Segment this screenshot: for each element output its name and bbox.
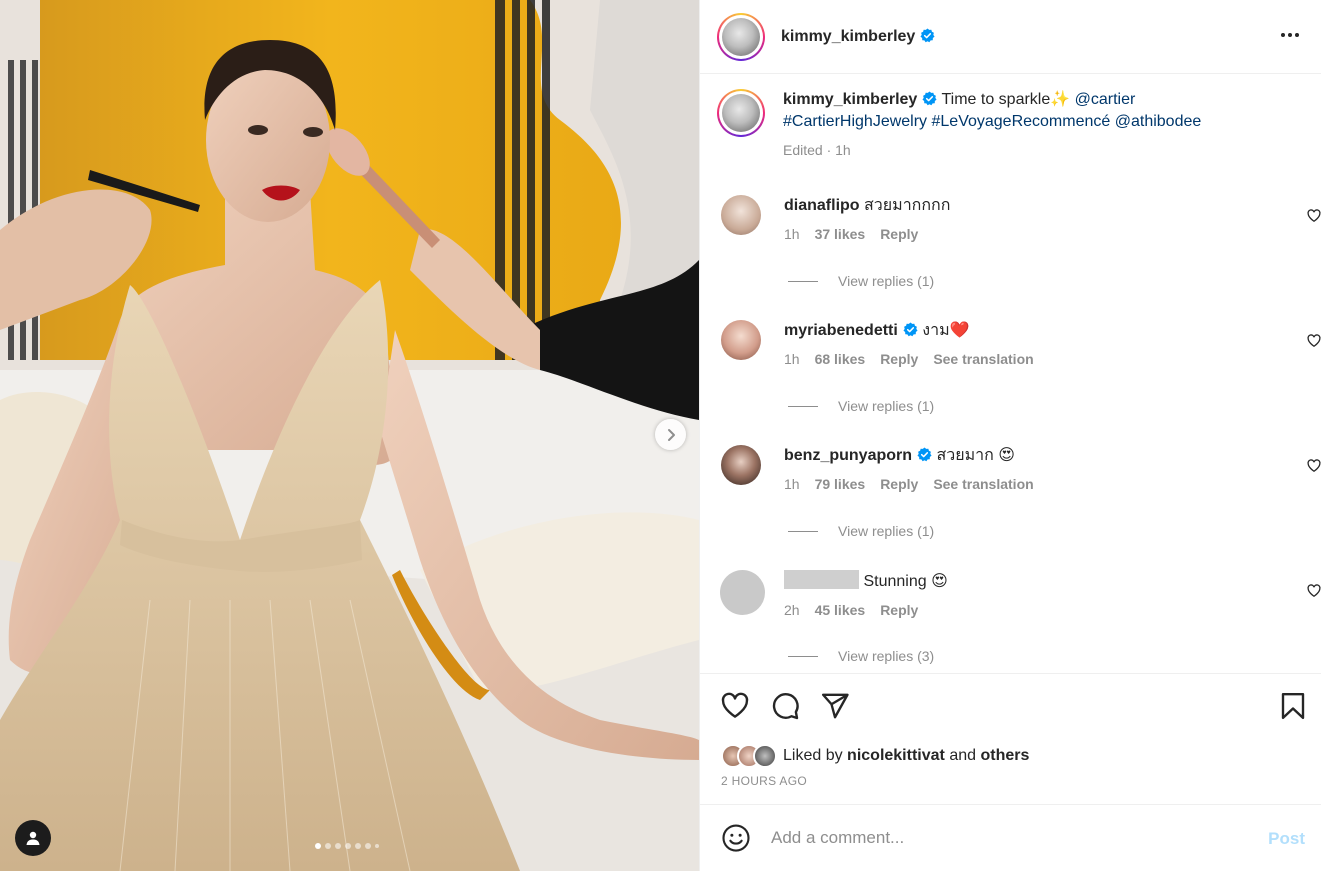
bookmark-icon[interactable] — [1278, 691, 1308, 721]
comment-like-button[interactable] — [1307, 459, 1321, 473]
comment-likes[interactable]: 79 likes — [815, 476, 866, 492]
liked-by-avatars[interactable] — [721, 744, 777, 768]
author-avatar[interactable] — [717, 12, 765, 61]
comment-like-button[interactable] — [1307, 334, 1321, 348]
see-translation-button[interactable]: See translation — [933, 351, 1033, 367]
user-tag-icon — [26, 831, 40, 845]
carousel-dot — [365, 843, 371, 849]
emoji-smile-icon[interactable] — [721, 823, 751, 853]
verified-badge-icon — [920, 27, 935, 42]
chevron-right-icon — [667, 428, 675, 441]
liked-by-others[interactable]: others — [980, 747, 1029, 765]
more-horizontal-icon — [1281, 33, 1299, 37]
post-timestamp[interactable]: 2 HOURS AGO — [721, 774, 807, 788]
mention-link[interactable]: @cartier — [1075, 91, 1136, 108]
commenter-avatar[interactable] — [721, 195, 761, 235]
carousel-indicator — [315, 843, 379, 849]
comment-time[interactable]: 1h — [784, 226, 800, 242]
author-username[interactable]: kimmy_kimberley — [781, 28, 935, 46]
carousel-dot — [325, 843, 331, 849]
commenter-avatar[interactable] — [720, 570, 765, 615]
hashtag-link[interactable]: #CartierHighJewelry — [783, 113, 927, 130]
view-replies-button[interactable]: View replies (1) — [788, 398, 934, 414]
reply-button[interactable]: Reply — [880, 351, 918, 367]
post-photo[interactable] — [0, 0, 699, 871]
carousel-dot — [375, 844, 379, 848]
caption-text: Time to sparkle✨ — [941, 91, 1071, 108]
carousel-dot — [315, 843, 321, 849]
see-translation-button[interactable]: See translation — [933, 476, 1033, 492]
commenter-username[interactable]: benz_punyaporn — [784, 447, 912, 464]
comment-like-button[interactable] — [1307, 209, 1321, 223]
add-comment-bar: Post — [700, 804, 1321, 871]
heart-icon[interactable] — [720, 691, 750, 721]
comment-likes[interactable]: 37 likes — [815, 226, 866, 242]
comment-like-button[interactable] — [1307, 584, 1321, 598]
more-options-button[interactable] — [1280, 27, 1300, 52]
comments-list[interactable]: kimmy_kimberley Time to sparkle✨ @cartie… — [700, 75, 1321, 673]
paper-plane-icon[interactable] — [820, 691, 850, 721]
mention-link[interactable]: @athibodee — [1115, 113, 1202, 130]
comment-input[interactable] — [771, 828, 1231, 848]
comment-text: สวยมากกกก — [864, 197, 951, 214]
next-slide-button[interactable] — [655, 419, 686, 450]
comment-text: สวยมาก 😍 — [936, 447, 1015, 464]
caption-author-avatar[interactable] — [717, 89, 765, 137]
comment-text: งาม❤️ — [922, 322, 970, 339]
comment-likes[interactable]: 68 likes — [815, 351, 866, 367]
verified-badge-icon — [903, 322, 918, 337]
view-replies-button[interactable]: View replies (1) — [788, 523, 934, 539]
reply-button[interactable]: Reply — [880, 602, 918, 618]
commenter-avatar[interactable] — [721, 445, 761, 485]
comment-likes[interactable]: 45 likes — [815, 602, 866, 618]
view-replies-button[interactable]: View replies (3) — [788, 648, 934, 664]
post-header: kimmy_kimberley — [700, 0, 1321, 74]
post-caption: kimmy_kimberley Time to sparkle✨ @cartie… — [717, 89, 1307, 161]
commenter-username[interactable]: dianaflipo — [784, 197, 860, 214]
photo-image — [0, 0, 699, 871]
tagged-users-button[interactable] — [15, 820, 51, 856]
caption-meta: Edited · 1h — [783, 142, 851, 158]
liked-by: Liked by nicolekittivat and others — [721, 744, 1029, 768]
hashtag-link[interactable]: #LeVoyageRecommencé — [932, 113, 1111, 130]
reply-button[interactable]: Reply — [880, 476, 918, 492]
comment-time[interactable]: 2h — [784, 602, 800, 618]
reply-button[interactable]: Reply — [880, 226, 918, 242]
post-comment-button[interactable]: Post — [1268, 829, 1305, 849]
redacted-username — [784, 570, 859, 589]
comment-text: Stunning 😍 — [863, 573, 948, 590]
liked-by-user[interactable]: nicolekittivat — [847, 747, 945, 765]
liked-by-joiner: and — [949, 747, 977, 764]
verified-badge-icon — [917, 447, 932, 462]
comment-time[interactable]: 1h — [784, 351, 800, 367]
post-actions: Liked by nicolekittivat and others 2 HOU… — [700, 673, 1321, 803]
post-side-panel: kimmy_kimberley kimmy_kimberley Time to … — [699, 0, 1321, 871]
comment-time[interactable]: 1h — [784, 476, 800, 492]
liked-by-prefix: Liked by — [783, 747, 843, 764]
view-replies-button[interactable]: View replies (1) — [788, 273, 934, 289]
verified-badge-icon — [922, 91, 937, 106]
carousel-dot — [355, 843, 361, 849]
carousel-dot — [345, 843, 351, 849]
comment-bubble-icon[interactable] — [770, 691, 800, 721]
carousel-dot — [335, 843, 341, 849]
caption-username[interactable]: kimmy_kimberley — [783, 91, 917, 108]
commenter-avatar[interactable] — [721, 320, 761, 360]
commenter-username[interactable]: myriabenedetti — [784, 322, 898, 339]
